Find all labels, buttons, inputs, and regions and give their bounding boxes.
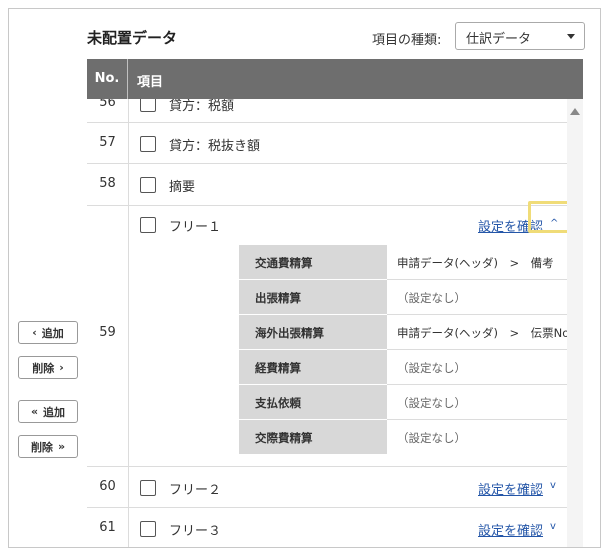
remove-all-button-label: 削除 [30,440,53,454]
row-checkbox[interactable] [140,177,156,193]
vertical-scrollbar[interactable] [567,99,583,547]
row-divider [87,163,567,164]
add-button-label: 追加 [41,326,64,340]
settings-row: 交通費精算 申請データ(ヘッダ) > 備考 [239,245,567,280]
table-header: No. 項目 [87,59,583,99]
row-divider [87,507,567,508]
row-checkbox[interactable] [140,217,156,233]
remove-all-button[interactable]: 削除 » [18,435,78,458]
settings-value: （設定なし） [397,361,466,375]
chevron-down-icon[interactable]: v [550,521,556,532]
settings-value: 申請データ(ヘッダ) > 備考 [397,256,554,270]
panel-title: 未配置データ [87,29,178,47]
settings-value: （設定なし） [397,291,466,305]
row-checkbox[interactable] [140,99,156,112]
settings-name: 経費精算 [239,350,387,384]
add-button[interactable]: ‹ 追加 [18,321,78,344]
confirm-settings-link[interactable]: 設定を確認 [478,479,543,498]
settings-name: 交通費精算 [239,245,387,279]
remove-button-label: 削除 [32,361,55,375]
settings-row: 交際費精算 （設定なし） [239,420,567,455]
row-label: フリー３ [169,524,222,539]
settings-row: 出張精算 （設定なし） [239,280,567,315]
row-checkbox[interactable] [140,521,156,537]
row-number: 60 [99,479,116,494]
remove-button[interactable]: 削除 › [18,356,78,379]
unassigned-data-panel: 未配置データ 項目の種類: 仕訳データ ‹ 追加 削除 › « 追加 削除 » … [8,8,601,548]
chevron-left-icon: ‹ [32,326,37,339]
settings-name: 交際費精算 [239,420,387,454]
row-number: 57 [99,135,116,150]
settings-row: 海外出張精算 申請データ(ヘッダ) > 伝票No. [239,315,567,350]
settings-row: 支払依頼 （設定なし） [239,385,567,420]
row-number: 58 [99,176,116,191]
focus-highlight [528,201,567,233]
item-kind-value: 仕訳データ [466,32,532,47]
item-kind-select[interactable]: 仕訳データ [455,22,585,50]
add-all-button-label: 追加 [43,405,66,419]
chevron-down-icon [567,34,575,39]
table-body[interactable]: 56 貸方：税額 57 貸方：税抜き額 58 摘要 59 フリー１ 設定を確認 … [87,99,567,547]
row-label: 摘要 [169,180,196,195]
settings-name: 支払依頼 [239,385,387,419]
settings-value: （設定なし） [397,431,466,445]
row-checkbox[interactable] [140,480,156,496]
row-label: 貸方：税抜き額 [169,139,261,154]
row-label: 貸方：税額 [169,99,235,114]
scroll-up-arrow-icon[interactable] [570,108,580,115]
chevron-right-icon: › [59,361,64,374]
column-header-item: 項目 [137,75,164,90]
double-chevron-left-icon: « [30,405,39,418]
settings-row: 経費精算 （設定なし） [239,350,567,385]
row-label: フリー１ [169,220,222,235]
row-divider [87,122,567,123]
settings-value: （設定なし） [397,396,466,410]
item-kind-label: 項目の種類: [372,33,442,48]
settings-name: 出張精算 [239,280,387,314]
chevron-down-icon[interactable]: v [550,480,556,491]
row-divider [87,466,567,467]
row-number: 61 [99,520,116,535]
row-label: フリー２ [169,483,222,498]
column-header-no: No. [87,59,128,99]
row-divider [87,205,567,206]
settings-value: 申請データ(ヘッダ) > 伝票No. [397,326,567,340]
confirm-settings-link[interactable]: 設定を確認 [478,520,543,539]
double-chevron-right-icon: » [57,440,66,453]
add-all-button[interactable]: « 追加 [18,400,78,423]
column-divider [128,99,129,547]
row-number: 56 [99,99,116,110]
row-checkbox[interactable] [140,136,156,152]
row-number: 59 [99,325,116,340]
settings-name: 海外出張精算 [239,315,387,349]
